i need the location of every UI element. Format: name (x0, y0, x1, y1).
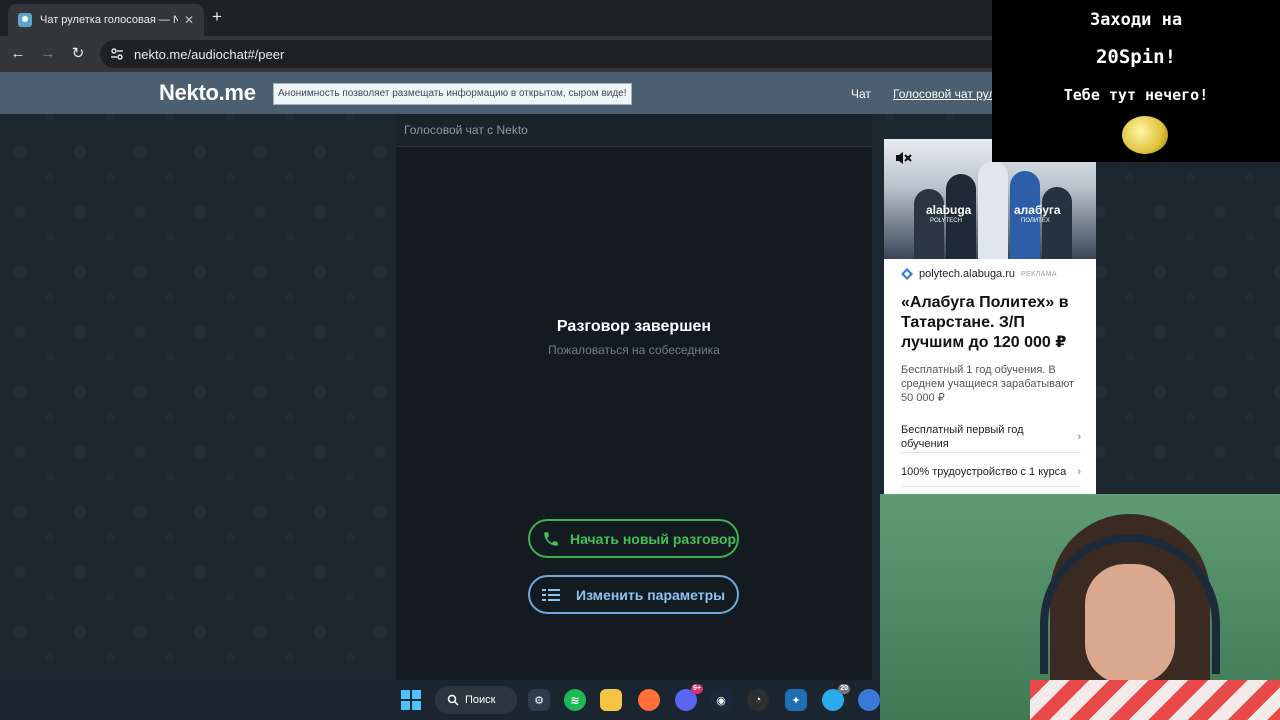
menu-item-voice-chat[interactable]: Голосовой чат рулет (893, 87, 1007, 101)
ad-text: Бесплатный 1 год обучения. В среднем уча… (901, 364, 1075, 404)
firefox-icon[interactable] (638, 689, 660, 711)
browser-tab[interactable]: Чат рулетка голосовая — Nekto ✕ (8, 4, 204, 36)
telegram-badge: 20 (838, 684, 850, 694)
complain-link[interactable]: Пожаловаться на собеседника (396, 343, 872, 357)
ad-brand-left-sub: POLYTECH (930, 218, 962, 224)
forward-arrow-icon[interactable]: → (38, 44, 58, 64)
chevron-right-icon: › (1077, 431, 1081, 443)
overlay-line-2: 20Spin! (1095, 46, 1177, 68)
phone-icon (544, 531, 558, 546)
ad-brand-right: алабуга (1014, 203, 1061, 217)
anonymity-notice: Анонимность позволяет размещать информац… (273, 83, 632, 105)
chevron-right-icon: › (1077, 466, 1081, 478)
reload-icon[interactable]: ↻ (68, 44, 88, 64)
ad-person (978, 161, 1008, 259)
taskbar-search[interactable]: Поиск (435, 686, 517, 714)
chrome-icon[interactable] (858, 689, 880, 711)
discord-badge: 9+ (691, 684, 703, 694)
obs-icon[interactable]: ◔ (747, 689, 769, 711)
coin-icon (1122, 116, 1168, 154)
ad-domain-row[interactable]: polytech.alabuga.ru РЕКЛАМА (901, 268, 1057, 280)
ad-brand-left: alabuga (926, 203, 972, 217)
spotify-icon[interactable]: ≋ (564, 689, 586, 711)
search-label: Поиск (465, 694, 496, 706)
windows-taskbar: Поиск ⚙ ≋ 9+ ◉ ◔ ✦ 20 (0, 680, 880, 720)
new-conversation-label: Начать новый разговор (570, 530, 737, 547)
mute-icon[interactable] (894, 150, 912, 166)
telegram-icon[interactable]: 20 (822, 684, 850, 711)
advertisement[interactable]: alabuga POLYTECH алабуга ПОЛИТЕХ polytec… (884, 139, 1096, 495)
settings-list-icon (542, 588, 560, 601)
site-logo[interactable]: Nekto.me (159, 80, 256, 106)
menu-item-chat[interactable]: Чат (851, 87, 871, 101)
new-tab-button[interactable]: + (212, 8, 222, 26)
streamer-shirt (1030, 680, 1280, 720)
close-tab-icon[interactable]: ✕ (184, 13, 194, 27)
file-explorer-icon[interactable] (600, 689, 622, 711)
site-settings-icon[interactable] (110, 47, 124, 61)
search-icon (447, 694, 459, 706)
ad-domain: polytech.alabuga.ru (919, 268, 1016, 280)
url-text: nekto.me/audiochat#/peer (134, 46, 285, 62)
webcam-feed (880, 494, 1280, 720)
ad-title[interactable]: «Алабуга Политех» в Татарстане. З/П лучш… (901, 293, 1086, 353)
overlay-line-3: Тебе тут нечего! (1063, 86, 1209, 104)
back-arrow-icon[interactable]: ← (8, 44, 28, 64)
discord-icon[interactable]: 9+ (675, 684, 703, 711)
ad-brand-right-sub: ПОЛИТЕХ (1021, 218, 1050, 224)
tab-title: Чат рулетка голосовая — Nekto (40, 14, 178, 26)
polytech-logo-icon (901, 268, 913, 280)
ad-link-label: Бесплатный первый год обучения (901, 424, 1024, 450)
voice-chat-panel: Голосовой чат с Nekto Разговор завершен … (396, 114, 872, 680)
app-icon[interactable]: ⚙ (528, 689, 550, 711)
chat-header: Голосовой чат с Nekto (396, 114, 872, 147)
chat-header-title: Голосовой чат с Nekto (404, 123, 528, 137)
app-icon[interactable]: ✦ (785, 689, 807, 711)
windows-start-icon[interactable] (401, 690, 421, 710)
new-conversation-button[interactable]: Начать новый разговор (528, 519, 739, 558)
ad-link-free-year[interactable]: Бесплатный первый год обучения › (901, 423, 1081, 453)
conversation-ended-title: Разговор завершен (556, 318, 712, 335)
change-params-label: Изменить параметры (576, 586, 726, 603)
ad-link-employment[interactable]: 100% трудоустройство с 1 курса › (901, 465, 1081, 487)
overlay-line-1: Заходи на (1089, 10, 1183, 30)
steam-icon[interactable]: ◉ (710, 689, 732, 711)
ad-link-label: 100% трудоустройство с 1 курса (901, 466, 1067, 478)
ad-tag: РЕКЛАМА (1021, 270, 1057, 278)
stream-overlay: Заходи на 20Spin! Тебе тут нечего! (992, 0, 1280, 162)
change-params-button[interactable]: Изменить параметры (528, 575, 739, 614)
nekto-favicon-icon (18, 13, 32, 27)
ad-person (914, 189, 944, 259)
